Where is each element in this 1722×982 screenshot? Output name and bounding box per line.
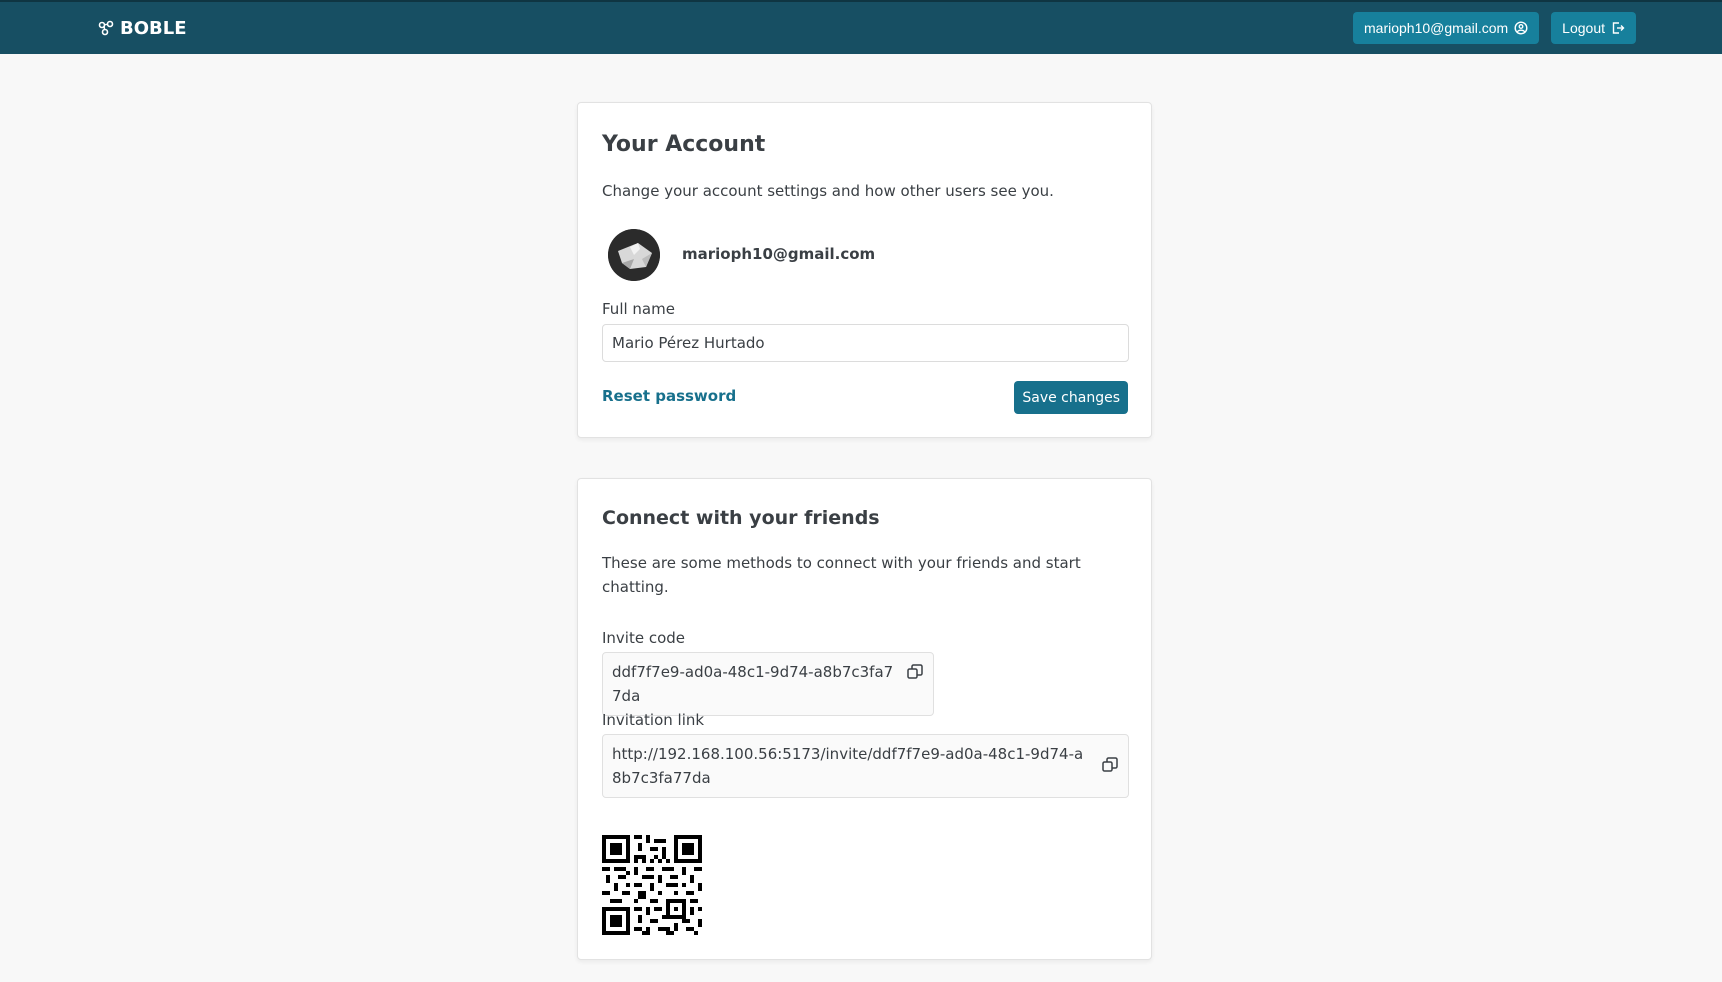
invite-code-box: ddf7f7e9-ad0a-48c1-9d74-a8b7c3fa77da [602,652,934,716]
account-title: Your Account [602,132,766,157]
full-name-input[interactable]: Mario Pérez Hurtado [602,324,1129,362]
logout-button-label: Logout [1562,20,1605,36]
invite-code-label: Invite code [602,629,686,647]
avatar-image [608,229,660,281]
invitation-link-box: http://192.168.100.56:5173/invite/ddf7f7… [602,734,1129,798]
full-name-label: Full name [602,300,675,318]
account-button-label: marioph10@gmail.com [1364,20,1509,36]
copy-icon[interactable] [906,663,924,681]
connect-friends-card: Connect with your friends These are some… [577,478,1152,960]
brand[interactable]: BOBLE [98,18,187,39]
avatar[interactable] [608,229,660,281]
account-description: Change your account settings and how oth… [602,182,1054,200]
account-email: marioph10@gmail.com [682,245,876,263]
invite-qr-code [602,835,702,935]
save-changes-button[interactable]: Save changes [1014,381,1128,414]
logout-button[interactable]: Logout [1551,12,1636,44]
account-card: Your Account Change your account setting… [577,102,1152,438]
invite-code-value: ddf7f7e9-ad0a-48c1-9d74-a8b7c3fa77da [612,663,894,705]
logout-icon [1612,22,1625,34]
reset-password-link[interactable]: Reset password [602,387,736,405]
user-circle-icon [1514,21,1528,35]
share-nodes-icon [98,20,114,36]
invitation-link-value: http://192.168.100.56:5173/invite/ddf7f7… [612,745,1084,787]
account-button[interactable]: marioph10@gmail.com [1353,12,1540,44]
connect-description: These are some methods to connect with y… [602,554,1081,596]
invitation-link-label: Invitation link [602,711,705,729]
top-navbar: BOBLE marioph10@gmail.com Logout [0,0,1722,54]
copy-icon[interactable] [1101,756,1119,774]
connect-title: Connect with your friends [602,507,880,529]
brand-name: BOBLE [120,17,187,39]
